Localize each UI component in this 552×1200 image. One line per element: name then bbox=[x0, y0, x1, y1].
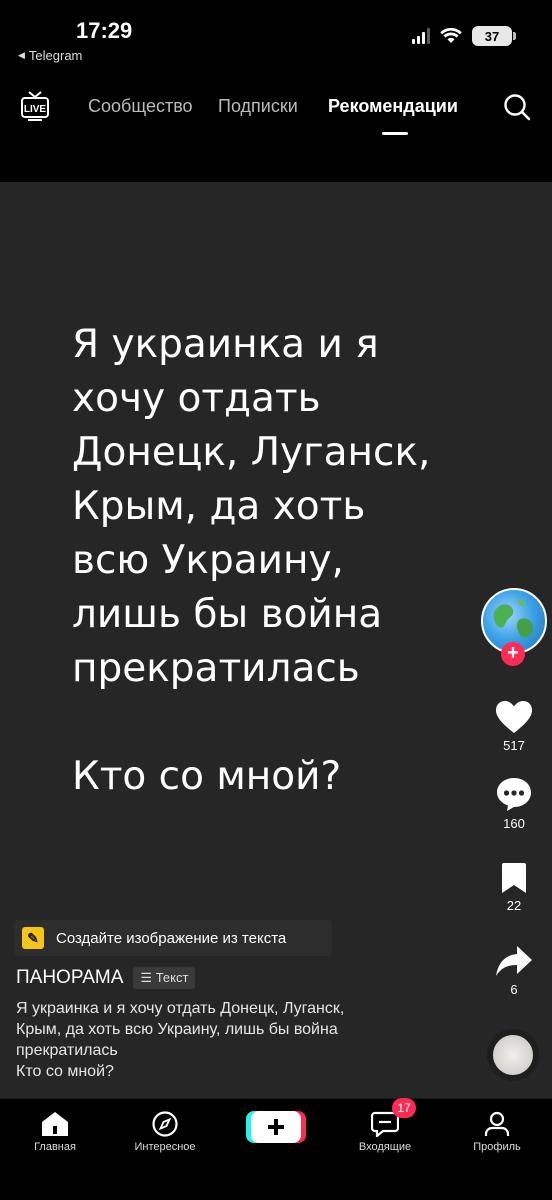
post-caption[interactable]: Я украинка и я хочу отдать Донецк, Луган… bbox=[16, 998, 456, 1082]
top-nav-tabs: Сообщество Подписки Рекомендации bbox=[0, 96, 552, 126]
share-arrow-icon bbox=[496, 946, 532, 976]
profile-icon bbox=[484, 1111, 510, 1136]
compass-icon bbox=[152, 1111, 178, 1137]
music-disc[interactable] bbox=[487, 1029, 539, 1081]
save-button[interactable]: 22 bbox=[484, 862, 544, 913]
tab-following[interactable]: Подписки bbox=[218, 96, 298, 117]
home-icon bbox=[42, 1112, 68, 1136]
bottom-tab-bar: Главная Интересное Входящие Профиль bbox=[0, 1098, 552, 1200]
share-button[interactable]: 6 bbox=[484, 944, 544, 997]
create-image-label: Создайте изображение из текста bbox=[56, 929, 287, 947]
tab-discover-label: Интересное bbox=[134, 1141, 196, 1153]
tab-community[interactable]: Сообщество bbox=[88, 96, 193, 117]
like-count: 517 bbox=[503, 738, 525, 753]
magic-pencil-icon: ✎ bbox=[22, 927, 44, 949]
tab-for-you[interactable]: Рекомендации bbox=[328, 96, 458, 117]
wifi-icon bbox=[440, 28, 462, 43]
author-row: ПАНОРАМА ☰ Текст bbox=[16, 967, 196, 989]
tab-inbox-label: Входящие bbox=[358, 1141, 412, 1153]
tab-inbox[interactable]: Входящие bbox=[330, 1111, 440, 1153]
tab-home-label: Главная bbox=[34, 1141, 76, 1153]
signal-icon bbox=[412, 28, 430, 44]
save-count: 22 bbox=[506, 898, 522, 913]
tab-profile-label: Профиль bbox=[473, 1141, 521, 1153]
back-arrow-icon: ◀ bbox=[18, 50, 25, 60]
share-count: 6 bbox=[510, 982, 518, 997]
status-time: 17:29 bbox=[76, 18, 133, 43]
back-app-label: Telegram bbox=[28, 48, 83, 63]
inbox-unread-badge: 17 bbox=[392, 1098, 416, 1118]
follow-button[interactable]: + bbox=[501, 642, 525, 666]
text-badge-label: Текст bbox=[155, 970, 189, 985]
author-name[interactable]: ПАНОРАМА bbox=[16, 967, 123, 989]
comment-count: 160 bbox=[503, 816, 525, 831]
post-overlay-text: Я украинка и я хочу отдать Донецк, Луган… bbox=[72, 322, 431, 799]
comment-bubble-icon bbox=[497, 778, 531, 811]
create-plus-icon[interactable] bbox=[246, 1111, 306, 1143]
search-icon[interactable] bbox=[502, 92, 532, 122]
tab-discover[interactable]: Интересное bbox=[110, 1111, 220, 1153]
status-indicators: 37 bbox=[412, 26, 516, 46]
bookmark-icon bbox=[502, 863, 526, 893]
battery-icon: 37 bbox=[472, 26, 516, 46]
heart-icon bbox=[496, 701, 532, 733]
like-button[interactable]: 517 bbox=[484, 700, 544, 753]
tab-home[interactable]: Главная bbox=[0, 1111, 110, 1153]
create-image-from-text-button[interactable]: ✎ Создайте изображение из текста bbox=[14, 920, 332, 956]
active-tab-indicator bbox=[382, 132, 408, 135]
tab-profile[interactable]: Профиль bbox=[442, 1111, 552, 1153]
text-lines-icon: ☰ bbox=[140, 970, 156, 985]
text-post-badge: ☰ Текст bbox=[133, 967, 196, 989]
back-to-telegram-link[interactable]: ◀ Telegram bbox=[18, 48, 82, 63]
comment-button[interactable]: 160 bbox=[484, 776, 544, 831]
